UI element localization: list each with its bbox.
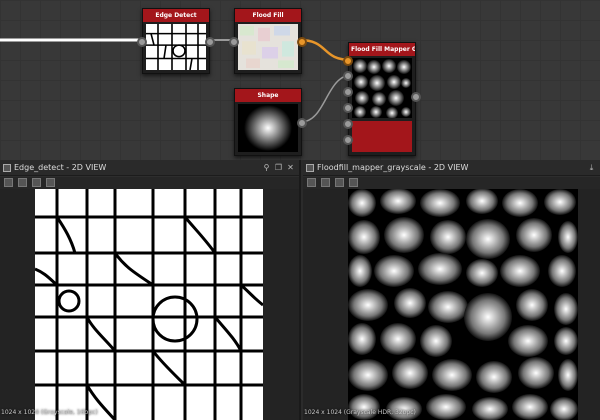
input-port[interactable] <box>229 37 239 47</box>
node-thumbnail <box>146 24 206 70</box>
save-icon[interactable] <box>32 178 41 187</box>
input-port-6[interactable] <box>343 135 353 145</box>
input-port-5[interactable] <box>343 119 353 129</box>
copy-icon[interactable] <box>321 178 330 187</box>
input-port-1[interactable] <box>343 56 353 66</box>
panel-title: Floodfill_mapper_grayscale - 2D VIEW <box>317 163 468 172</box>
wire-shape-to-mapper <box>301 75 352 122</box>
close-icon[interactable]: ✕ <box>286 163 295 172</box>
panel-titlebar[interactable]: Floodfill_mapper_grayscale - 2D VIEW ⤓ <box>303 160 600 176</box>
input-port-3[interactable] <box>343 87 353 97</box>
node-flood-fill-mapper[interactable]: Flood Fill Mapper G... <box>348 42 416 156</box>
output-port[interactable] <box>297 37 307 47</box>
panel-floodfill-mapper-2d-view: Floodfill_mapper_grayscale - 2D VIEW ⤓ <box>303 160 600 420</box>
pin-icon[interactable]: ⚲ <box>262 163 271 172</box>
output-port[interactable] <box>297 118 307 128</box>
panel-toolbar <box>303 177 600 189</box>
node-graph[interactable]: Edge Detect Flood Fill <box>0 0 600 160</box>
image-info: 1024 x 1024 (Grayscale HDR, 32bpc) <box>304 409 416 416</box>
app-window: Edge Detect Flood Fill <box>0 0 600 420</box>
node-thumbnail <box>352 58 412 118</box>
copy-icon[interactable] <box>18 178 27 187</box>
node-title: Edge Detect <box>143 9 209 22</box>
settings-icon[interactable] <box>349 178 358 187</box>
input-port[interactable] <box>137 37 147 47</box>
settings-icon[interactable] <box>46 178 55 187</box>
node-shape[interactable]: Shape <box>234 88 302 156</box>
2d-view-icon <box>3 164 11 172</box>
export-icon[interactable]: ⤓ <box>587 163 596 172</box>
save-icon[interactable] <box>335 178 344 187</box>
2d-viewport[interactable]: 1024 x 1024 (Grayscale HDR, 32bpc) <box>303 189 600 420</box>
panel-titlebar[interactable]: Edge_detect - 2D VIEW ⚲ ❐ ✕ <box>0 160 299 176</box>
2d-viewport[interactable]: 1024 x 1024 (Grayscale, 16bpc) <box>0 189 299 420</box>
panel-toolbar <box>0 177 299 189</box>
new-icon[interactable] <box>4 178 13 187</box>
2d-view-icon <box>306 164 314 172</box>
floodfill-mapper-preview <box>348 189 578 420</box>
output-port[interactable] <box>411 92 421 102</box>
float-panel-icon[interactable]: ❐ <box>274 163 283 172</box>
image-info: 1024 x 1024 (Grayscale, 16bpc) <box>1 409 98 416</box>
panel-title: Edge_detect - 2D VIEW <box>14 163 106 172</box>
node-title: Flood Fill Mapper G... <box>349 43 415 56</box>
node-thumbnail <box>238 24 298 70</box>
node-title: Flood Fill <box>235 9 301 22</box>
input-port-2[interactable] <box>343 71 353 81</box>
output-port[interactable] <box>205 37 215 47</box>
new-icon[interactable] <box>307 178 316 187</box>
node-edge-detect[interactable]: Edge Detect <box>142 8 210 74</box>
panel-edge-detect-2d-view: Edge_detect - 2D VIEW ⚲ ❐ ✕ <box>0 160 301 420</box>
input-port-4[interactable] <box>343 103 353 113</box>
node-flood-fill[interactable]: Flood Fill <box>234 8 302 74</box>
node-footer <box>352 121 412 152</box>
node-title: Shape <box>235 89 301 102</box>
edge-detect-preview <box>35 189 263 420</box>
node-thumbnail <box>238 104 298 152</box>
